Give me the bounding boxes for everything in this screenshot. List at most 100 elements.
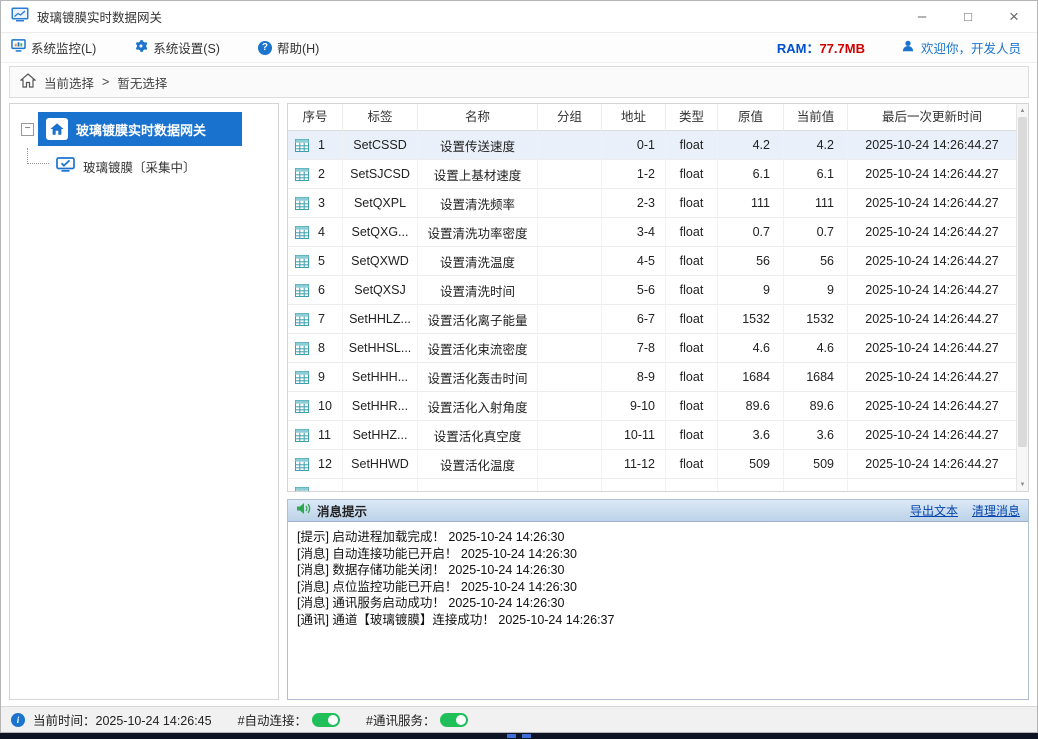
auto-connect-toggle[interactable] xyxy=(312,713,340,727)
cell-group xyxy=(538,421,602,450)
window-controls xyxy=(899,1,1037,32)
cell-group xyxy=(538,160,602,189)
message-line: [消息] 自动连接功能已开启！ 2025-10-24 14:26:30 xyxy=(297,546,1019,563)
col-update-time[interactable]: 最后一次更新时间 xyxy=(848,104,1016,131)
window-title: 玻璃镀膜实时数据网关 xyxy=(37,7,162,26)
col-name[interactable]: 名称 xyxy=(418,104,538,131)
breadcrumb: 当前选择 > 暂无选择 xyxy=(9,66,1029,98)
table-row[interactable]: 1 SetCSSD 设置传送速度 0-1 float 4.2 4.2 2025-… xyxy=(288,131,1016,160)
breadcrumb-wrap: 当前选择 > 暂无选择 xyxy=(1,63,1037,103)
welcome-text: 欢迎你，开发人员 xyxy=(921,38,1021,57)
menu-label: 帮助(H) xyxy=(277,38,319,57)
export-text-link[interactable]: 导出文本 xyxy=(910,502,958,519)
cell-index: 10 xyxy=(318,399,332,413)
taskbar-icon xyxy=(522,734,531,738)
col-address[interactable]: 地址 xyxy=(602,104,666,131)
col-tag[interactable]: 标签 xyxy=(343,104,418,131)
cell-tag: SetHHZ... xyxy=(343,421,418,450)
channel-monitor-icon xyxy=(56,157,75,176)
close-button[interactable] xyxy=(991,1,1037,32)
tree-child-node[interactable]: 玻璃镀膜〔采集中〕 xyxy=(56,155,278,177)
point-grid-icon xyxy=(295,284,309,297)
cell-type: float xyxy=(666,189,718,218)
scroll-down-icon[interactable] xyxy=(1017,478,1028,491)
cell-original-value: 4.6 xyxy=(718,334,784,363)
cell-group xyxy=(538,392,602,421)
maximize-button[interactable] xyxy=(945,1,991,32)
cell-tag: SetHHSL... xyxy=(343,334,418,363)
cell-address: 5-6 xyxy=(602,276,666,305)
table-scrollbar[interactable] xyxy=(1016,104,1028,491)
table-row[interactable]: 7 SetHHLZ... 设置活化离子能量 6-7 float 1532 153… xyxy=(288,305,1016,334)
scroll-thumb[interactable] xyxy=(1018,117,1027,447)
table-row[interactable]: 12 SetHHWD 设置活化温度 11-12 float 509 509 20… xyxy=(288,450,1016,479)
cell-type: float xyxy=(666,276,718,305)
menu-system-monitor[interactable]: 系统监控(L) xyxy=(11,38,96,57)
cell-update-time: 2025-10-24 14:26:44.27 xyxy=(848,392,1016,421)
cell-update-time: 2025-10-24 14:26:44.27 xyxy=(848,189,1016,218)
cell-type: float xyxy=(666,392,718,421)
points-table: 序号 标签 名称 分组 地址 类型 原值 当前值 最后一次更新时间 xyxy=(287,103,1029,492)
cell-current-value: 111 xyxy=(784,189,848,218)
home-icon[interactable] xyxy=(20,73,36,91)
col-type[interactable]: 类型 xyxy=(666,104,718,131)
auto-connect-label: #自动连接： xyxy=(238,710,307,729)
cell-name: 设置活化离子能量 xyxy=(418,305,538,334)
menu-help[interactable]: 帮助(H) xyxy=(258,38,319,57)
speaker-icon xyxy=(296,502,311,520)
menu-system-settings[interactable]: 系统设置(S) xyxy=(134,38,220,57)
col-original-value[interactable]: 原值 xyxy=(718,104,784,131)
table-row[interactable]: 3 SetQXPL 设置清洗频率 2-3 float 111 111 2025-… xyxy=(288,189,1016,218)
col-index[interactable]: 序号 xyxy=(288,104,343,131)
table-row[interactable]: 10 SetHHR... 设置活化入射角度 9-10 float 89.6 89… xyxy=(288,392,1016,421)
col-group[interactable]: 分组 xyxy=(538,104,602,131)
cell-name: 设置活化温度 xyxy=(418,450,538,479)
table-row[interactable]: 9 SetHHH... 设置活化轰击时间 8-9 float 1684 1684… xyxy=(288,363,1016,392)
titlebar: 玻璃镀膜实时数据网关 xyxy=(1,1,1037,33)
table-row[interactable]: 2 SetSJCSD 设置上基材速度 1-2 float 6.1 6.1 202… xyxy=(288,160,1016,189)
cell-original-value: 4.2 xyxy=(718,131,784,160)
cell-current-value: 509 xyxy=(784,450,848,479)
menu-label: 系统设置(S) xyxy=(153,38,220,57)
table-row[interactable]: 11 SetHHZ... 设置活化真空度 10-11 float 3.6 3.6… xyxy=(288,421,1016,450)
table-row[interactable]: 5 SetQXWD 设置清洗温度 4-5 float 56 56 2025-10… xyxy=(288,247,1016,276)
point-grid-icon xyxy=(295,371,309,384)
table-row[interactable]: 6 SetQXSJ 设置清洗时间 5-6 float 9 9 2025-10-2… xyxy=(288,276,1016,305)
tree-root-node[interactable]: 玻璃镀膜实时数据网关 xyxy=(38,112,242,146)
point-grid-icon xyxy=(295,255,309,268)
table-row[interactable]: 4 SetQXG... 设置清洗功率密度 3-4 float 0.7 0.7 2… xyxy=(288,218,1016,247)
cell-current-value: 1532 xyxy=(784,305,848,334)
cell-name: 设置清洗功率密度 xyxy=(418,218,538,247)
cell-type: float xyxy=(666,421,718,450)
scroll-up-icon[interactable] xyxy=(1017,104,1028,117)
comm-service-toggle[interactable] xyxy=(440,713,468,727)
col-current-value[interactable]: 当前值 xyxy=(784,104,848,131)
app-window: 玻璃镀膜实时数据网关 系统监控(L) 系统设置(S) xyxy=(0,0,1038,733)
menubar: 系统监控(L) 系统设置(S) 帮助(H) RAM：77.7MB 欢迎你，开发人… xyxy=(1,33,1037,63)
cell-group xyxy=(538,334,602,363)
clear-messages-link[interactable]: 清理消息 xyxy=(972,502,1020,519)
cell-index: 3 xyxy=(318,196,325,210)
cell-address: 11-12 xyxy=(602,450,666,479)
tree-root-label: 玻璃镀膜实时数据网关 xyxy=(76,120,206,139)
cell-tag: SetQXG... xyxy=(343,218,418,247)
cell-tag: SetQXPL xyxy=(343,189,418,218)
tree-child-label: 玻璃镀膜〔采集中〕 xyxy=(83,157,196,176)
cell-tag: SetSJCSD xyxy=(343,160,418,189)
cell-address: 8-9 xyxy=(602,363,666,392)
table-row[interactable]: 8 SetHHSL... 设置活化束流密度 7-8 float 4.6 4.6 … xyxy=(288,334,1016,363)
cell-name: 设置清洗温度 xyxy=(418,247,538,276)
cell-type: float xyxy=(666,334,718,363)
minimize-button[interactable] xyxy=(899,1,945,32)
tree-collapse-icon[interactable] xyxy=(21,123,34,136)
message-line: [通讯] 通道【玻璃镀膜】连接成功！ 2025-10-24 14:26:37 xyxy=(297,612,1019,629)
table-body: 1 SetCSSD 设置传送速度 0-1 float 4.2 4.2 2025-… xyxy=(288,131,1016,479)
cell-group xyxy=(538,189,602,218)
help-icon xyxy=(258,41,272,55)
cell-index: 1 xyxy=(318,138,325,152)
main-content: 玻璃镀膜实时数据网关 玻璃镀膜〔采集中〕 序号 xyxy=(1,103,1037,706)
cell-name: 设置清洗频率 xyxy=(418,189,538,218)
cell-group xyxy=(538,276,602,305)
cell-index: 9 xyxy=(318,370,325,384)
comm-service-item: #通讯服务： xyxy=(366,710,468,729)
